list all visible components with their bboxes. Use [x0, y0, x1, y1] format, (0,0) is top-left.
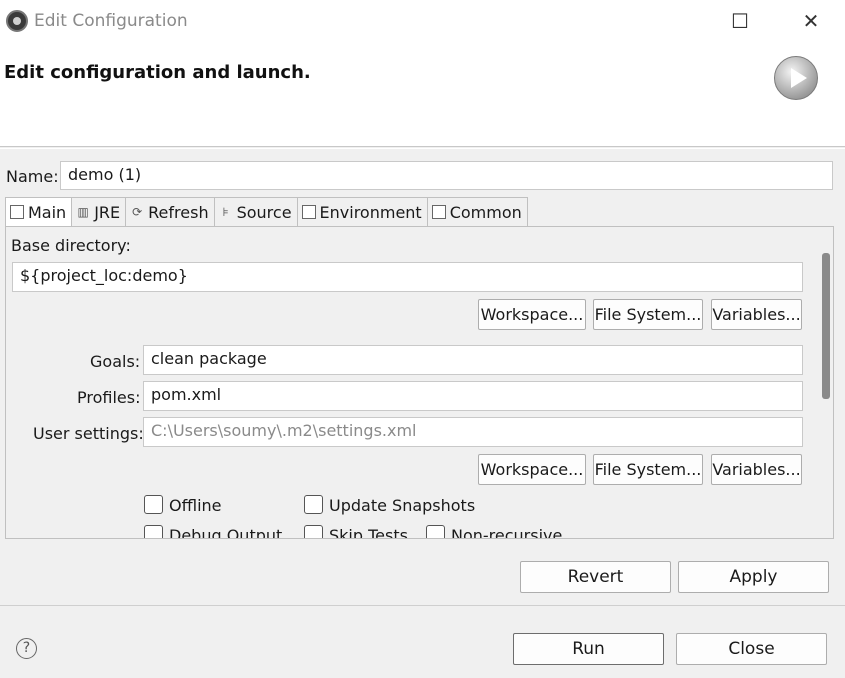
header-separator-highlight — [0, 148, 845, 149]
main-tab-icon — [10, 205, 24, 219]
run-banner-icon — [774, 56, 818, 100]
goals-label: Goals: — [90, 352, 141, 371]
environment-tab-icon — [301, 205, 316, 219]
tab-environment[interactable]: Environment — [297, 197, 428, 227]
footer-separator — [0, 605, 845, 606]
tab-source-label: Source — [236, 202, 292, 222]
file-system-button[interactable]: File System... — [593, 299, 703, 330]
name-label: Name: — [6, 167, 59, 186]
tab-common[interactable]: Common — [427, 197, 528, 227]
profiles-input[interactable]: pom.xml — [143, 381, 803, 411]
user-settings-label: User settings: — [33, 424, 144, 443]
jre-tab-icon: ▥ — [77, 205, 89, 219]
update-snapshots-checkbox[interactable] — [304, 495, 323, 514]
apply-button[interactable]: Apply — [678, 561, 829, 593]
tab-common-label: Common — [449, 202, 522, 222]
profiles-label: Profiles: — [77, 388, 141, 407]
tab-refresh-label: Refresh — [148, 202, 209, 222]
name-input[interactable]: demo (1) — [60, 161, 833, 190]
skip-tests-checkbox[interactable] — [304, 525, 323, 538]
title-bar: Edit Configuration ☐ ✕ — [0, 0, 845, 44]
base-directory-input[interactable]: ${project_loc:demo} — [12, 262, 803, 292]
eclipse-app-icon — [6, 10, 28, 32]
tab-main[interactable]: Main — [5, 197, 73, 227]
window-title: Edit Configuration — [34, 11, 188, 31]
non-recursive-checkbox[interactable] — [426, 525, 445, 538]
main-tab-panel: Base directory: ${project_loc:demo} Work… — [5, 226, 834, 539]
common-tab-icon — [431, 205, 446, 219]
tab-refresh[interactable]: ⟳ Refresh — [126, 197, 215, 227]
non-recursive-label: Non-recursive — [451, 526, 563, 539]
source-tab-icon: ⊧ — [222, 205, 229, 219]
debug-output-checkbox[interactable] — [144, 525, 163, 538]
user-settings-input[interactable]: C:\Users\soumy\.m2\settings.xml — [143, 417, 803, 447]
config-tabs: Main ▥ JRE ⟳ Refresh ⊧ Source Environmen… — [5, 197, 528, 227]
close-window-button[interactable]: ✕ — [791, 6, 831, 36]
header-separator — [0, 146, 845, 147]
revert-button[interactable]: Revert — [520, 561, 671, 593]
tab-main-label: Main — [28, 202, 67, 222]
offline-checkbox[interactable] — [144, 495, 163, 514]
dialog-header: Edit configuration and launch. — [0, 44, 845, 146]
file-system-button-2[interactable]: File System... — [593, 454, 703, 485]
workspace-button-2[interactable]: Workspace... — [478, 454, 586, 485]
run-button[interactable]: Run — [513, 633, 664, 665]
header-title: Edit configuration and launch. — [4, 62, 311, 83]
refresh-tab-icon: ⟳ — [132, 205, 143, 219]
variables-button[interactable]: Variables... — [711, 299, 802, 330]
help-icon[interactable]: ? — [16, 638, 37, 659]
skip-tests-label: Skip Tests — [329, 526, 408, 539]
variables-button-2[interactable]: Variables... — [711, 454, 802, 485]
workspace-button[interactable]: Workspace... — [478, 299, 586, 330]
debug-output-label: Debug Output — [169, 526, 283, 539]
maximize-button[interactable]: ☐ — [720, 6, 760, 36]
offline-label: Offline — [169, 496, 222, 515]
tab-jre-label: JRE — [94, 202, 121, 222]
goals-input[interactable]: clean package — [143, 345, 803, 375]
vertical-scrollbar[interactable] — [817, 227, 833, 538]
tab-environment-label: Environment — [319, 202, 422, 222]
base-directory-label: Base directory: — [11, 236, 131, 255]
close-button[interactable]: Close — [676, 633, 827, 665]
update-snapshots-label: Update Snapshots — [329, 496, 476, 515]
tab-jre[interactable]: ▥ JRE — [72, 197, 127, 227]
scrollbar-thumb[interactable] — [822, 253, 830, 399]
tab-source[interactable]: ⊧ Source — [214, 197, 298, 227]
